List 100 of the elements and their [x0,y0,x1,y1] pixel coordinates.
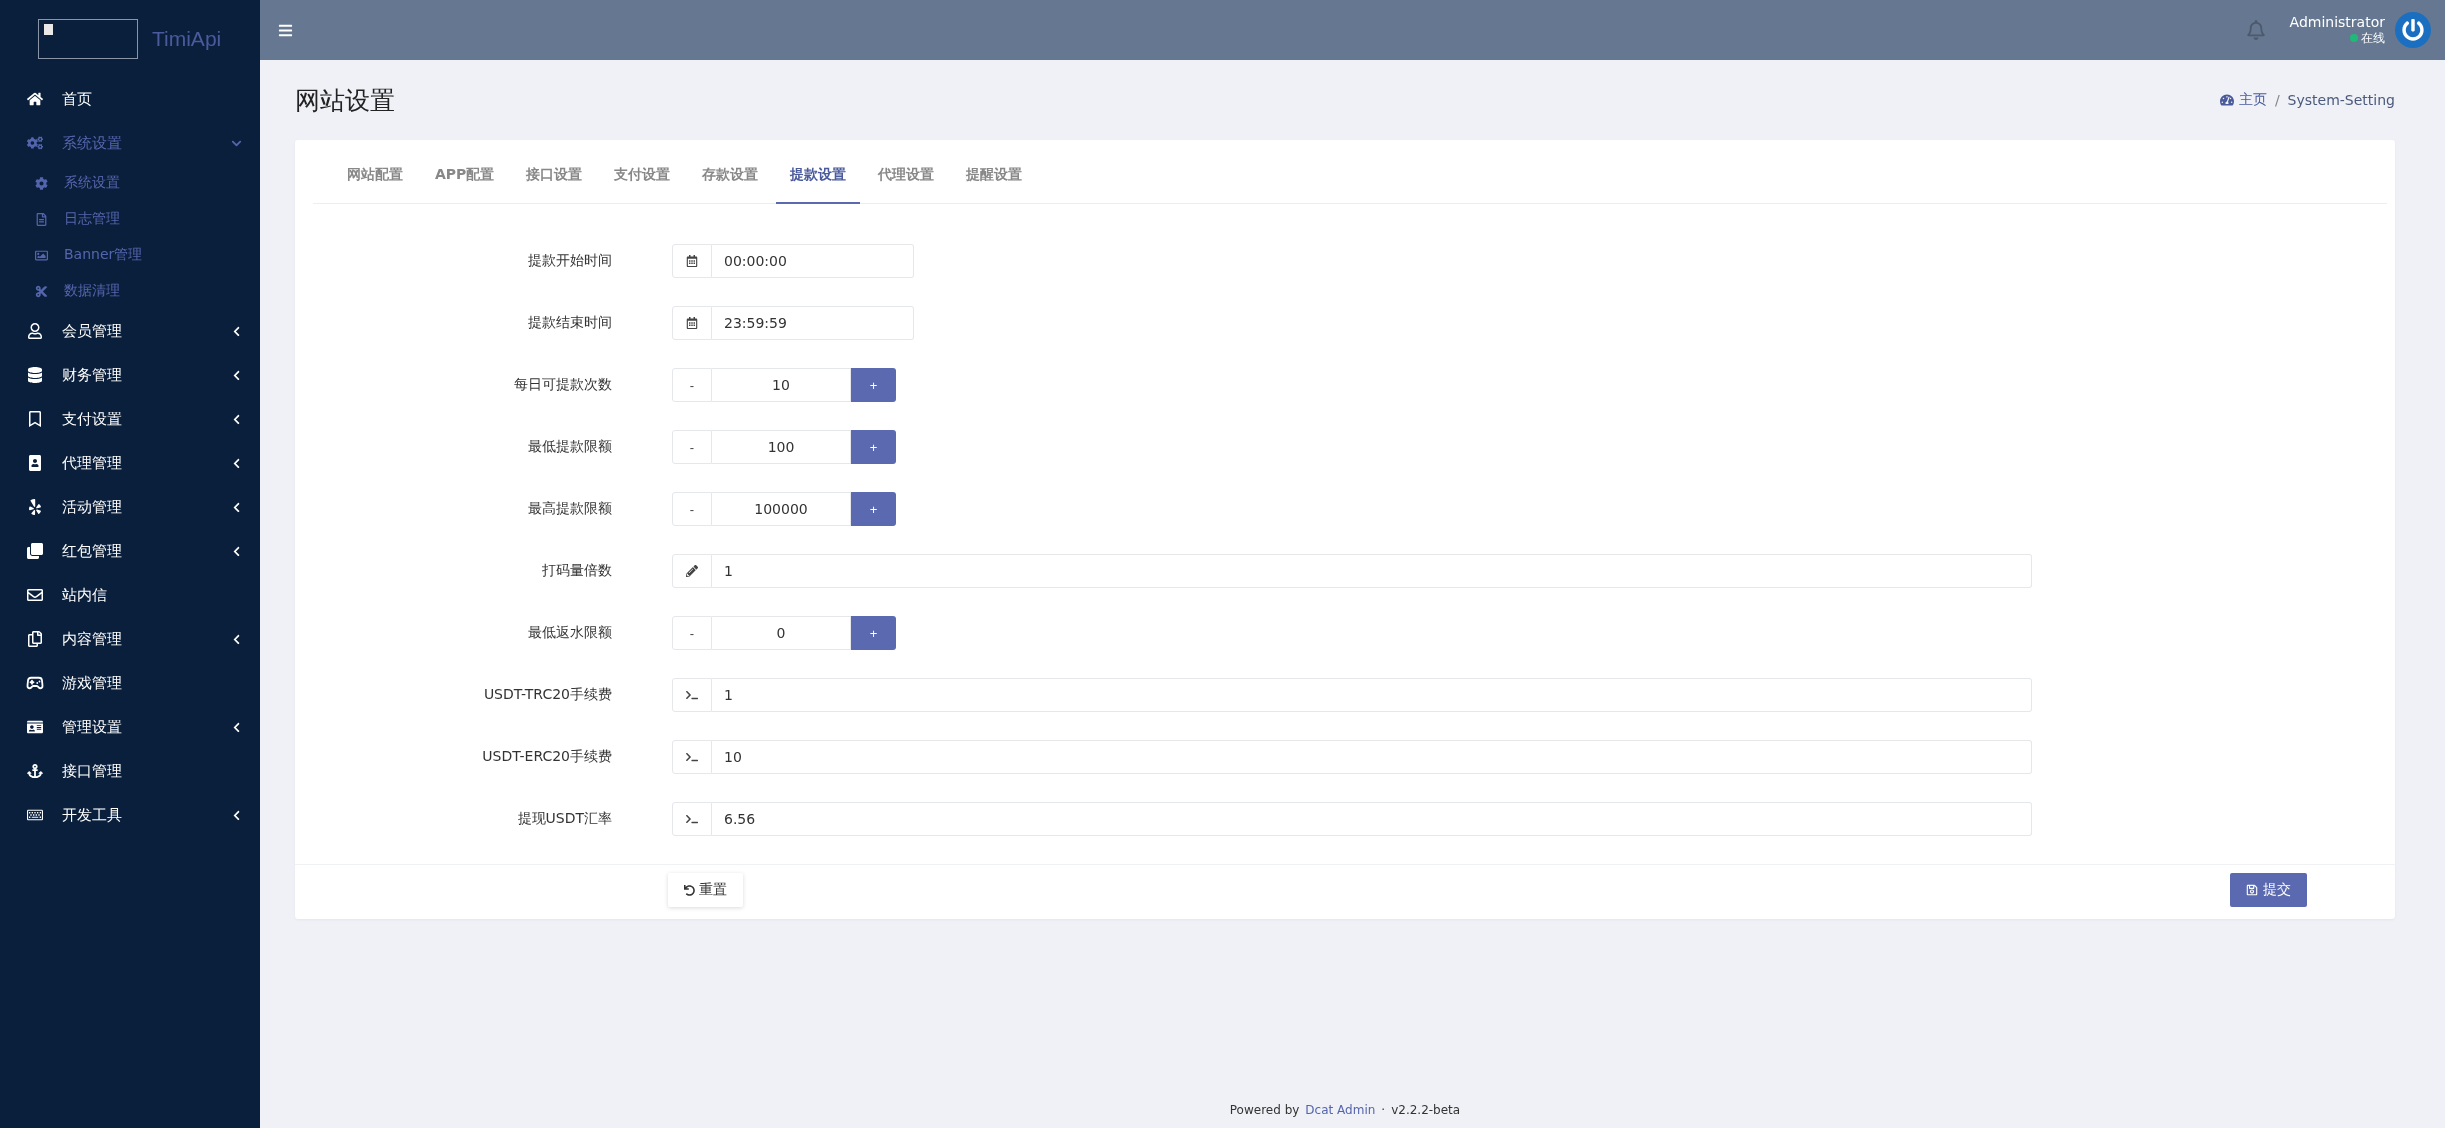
field-label: 每日可提款次数 [513,376,612,394]
undo-icon [684,884,695,896]
calendar-icon [686,255,698,267]
anchor-icon [27,763,43,779]
input-field[interactable]: 10 [712,740,2032,774]
field-label: 提款开始时间 [527,252,612,270]
breadcrumb-separator: / [2274,92,2280,108]
increment-button[interactable]: + [851,430,896,464]
footer-text: Powered by [1229,1103,1300,1117]
page-title: 网站设置 [295,84,396,117]
save-icon [2246,884,2258,896]
terminal-icon [686,751,698,763]
chevron-left-icon [231,633,242,645]
number-input[interactable]: 0 [712,616,851,650]
copy-icon [27,631,43,647]
field-label: 提现USDT汇率 [516,810,612,828]
logo-text: TimiApi [152,27,222,51]
time-input[interactable]: 23:59:59 [712,306,914,340]
chevron-left-icon [231,369,242,381]
envelope-icon [27,587,43,603]
tab[interactable]: 支付设置 [600,140,685,204]
increment-button[interactable]: + [851,368,896,402]
sidebar-item[interactable]: 站内信 [0,573,260,617]
field-label: USDT-TRC20手续费 [482,686,612,704]
decrement-button[interactable]: - [672,616,712,650]
tab[interactable]: 提款设置 [776,140,861,204]
terminal-icon [686,689,698,701]
decrement-button[interactable]: - [672,368,712,402]
gears-icon [27,135,43,151]
input-field[interactable]: 1 [712,554,2032,588]
chevron-left-icon [231,545,242,557]
id-card-icon [27,719,43,735]
chevron-left-icon [231,413,242,425]
increment-button[interactable]: + [851,616,896,650]
increment-button[interactable]: + [851,492,896,526]
tab[interactable]: 代理设置 [864,140,949,204]
field-label: USDT-ERC20手续费 [481,748,612,766]
file-icon [34,212,48,226]
user-icon [27,323,43,339]
sidebar-item[interactable]: 内容管理 [0,617,260,661]
user-name: Administrator [2289,13,2385,30]
chevron-left-icon [231,457,242,469]
tab[interactable]: 网站配置 [333,140,417,204]
field-label: 最低提款限额 [527,438,612,456]
gear-icon [34,176,48,190]
sidebar-item[interactable]: 开发工具 [0,793,260,837]
terminal-icon [686,813,698,825]
chevron-left-icon [231,501,242,513]
bookmark-icon [27,411,43,427]
sidebar-item[interactable]: 管理设置 [0,705,260,749]
contact-card-icon [27,455,43,471]
sidebar-item[interactable]: 支付设置 [0,397,260,441]
breadcrumb-current: System-Setting [2287,92,2395,108]
pencil-icon [686,565,698,577]
gamepad-icon [26,674,44,692]
reset-button[interactable]: 重置 [668,873,743,907]
sidebar-item[interactable]: 活动管理 [0,485,260,529]
home-icon [27,91,43,107]
number-input[interactable]: 10 [712,368,851,402]
number-input[interactable]: 100 [712,430,851,464]
time-input[interactable]: 00:00:00 [712,244,914,278]
breadcrumb-link[interactable]: 主页 [2219,91,2267,109]
chevron-left-icon [231,325,242,337]
status-text: 在线 [2361,29,2385,47]
tab[interactable]: 接口设置 [512,140,597,204]
online-status-dot [2350,34,2358,42]
footer-link[interactable]: Dcat Admin [1305,1103,1376,1117]
calendar-icon [686,317,698,329]
decrement-button[interactable]: - [672,430,712,464]
field-label: 打码量倍数 [541,562,612,580]
tab[interactable]: APP配置 [421,140,509,204]
dashboard-icon [2219,93,2234,107]
image-icon [34,248,48,262]
sidebar-item[interactable]: 接口管理 [0,749,260,793]
footer-version: v2.2.2-beta [1391,1103,1461,1117]
field-label: 最高提款限额 [527,500,612,518]
number-input[interactable]: 100000 [712,492,851,526]
sidebar-item[interactable]: 会员管理 [0,309,260,353]
tab[interactable]: 存款设置 [688,140,773,204]
chevron-left-icon [231,809,242,821]
decrement-button[interactable]: - [672,492,712,526]
scissors-icon [34,284,48,298]
tab[interactable]: 提醒设置 [952,140,1037,204]
sidebar-item[interactable]: 财务管理 [0,353,260,397]
input-field[interactable]: 6.56 [712,802,2032,836]
sidebar-item[interactable]: 红包管理 [0,529,260,573]
chevron-left-icon [231,721,242,733]
sidebar-item[interactable]: 首页 [0,77,260,121]
input-field[interactable]: 1 [712,678,2032,712]
sidebar-item[interactable]: 游戏管理 [0,661,260,705]
avatar[interactable] [2395,12,2431,48]
submit-button[interactable]: 提交 [2230,873,2307,907]
field-label: 最低返水限额 [527,624,612,642]
database-icon [27,367,43,383]
sidebar-item[interactable]: 代理管理 [0,441,260,485]
menu-icon[interactable] [278,22,293,38]
footer-separator: · [1381,1103,1386,1117]
clone-icon [27,543,43,559]
field-label: 提款结束时间 [527,314,612,332]
keyboard-icon [27,807,43,823]
